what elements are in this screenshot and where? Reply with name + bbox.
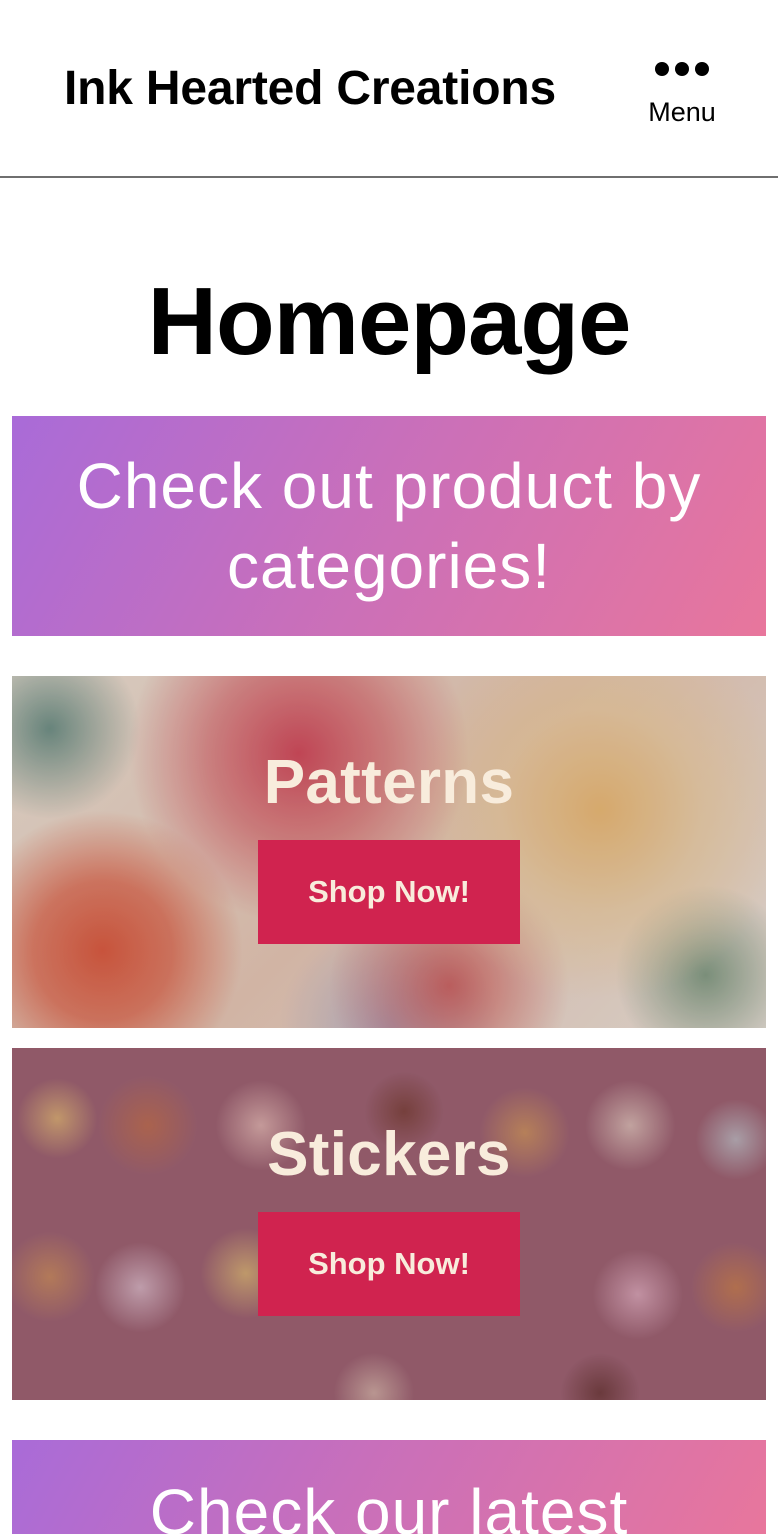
- menu-label: Menu: [648, 97, 716, 127]
- page-title: Homepage: [147, 268, 632, 375]
- site-title[interactable]: Ink Hearted Creations: [64, 58, 556, 120]
- shop-now-button-patterns[interactable]: Shop Now!: [258, 840, 520, 944]
- latest-banner-text: Check our latest: [149, 1476, 629, 1534]
- category-title-stickers: Stickers: [267, 1120, 511, 1189]
- more-horizontal-icon: [655, 62, 709, 76]
- category-card-patterns: Patterns Shop Now!: [12, 676, 766, 1028]
- latest-banner: Check our latest: [12, 1440, 766, 1534]
- category-card-stickers: Stickers Shop Now!: [12, 1048, 766, 1400]
- categories-banner: Check out product by categories!: [12, 416, 766, 636]
- menu-button[interactable]: Menu: [640, 52, 724, 144]
- site-header: Ink Hearted Creations Menu: [0, 0, 778, 178]
- shop-now-button-stickers[interactable]: Shop Now!: [258, 1212, 520, 1316]
- categories-banner-text: Check out product by categories!: [76, 450, 702, 602]
- category-title-patterns: Patterns: [263, 748, 515, 817]
